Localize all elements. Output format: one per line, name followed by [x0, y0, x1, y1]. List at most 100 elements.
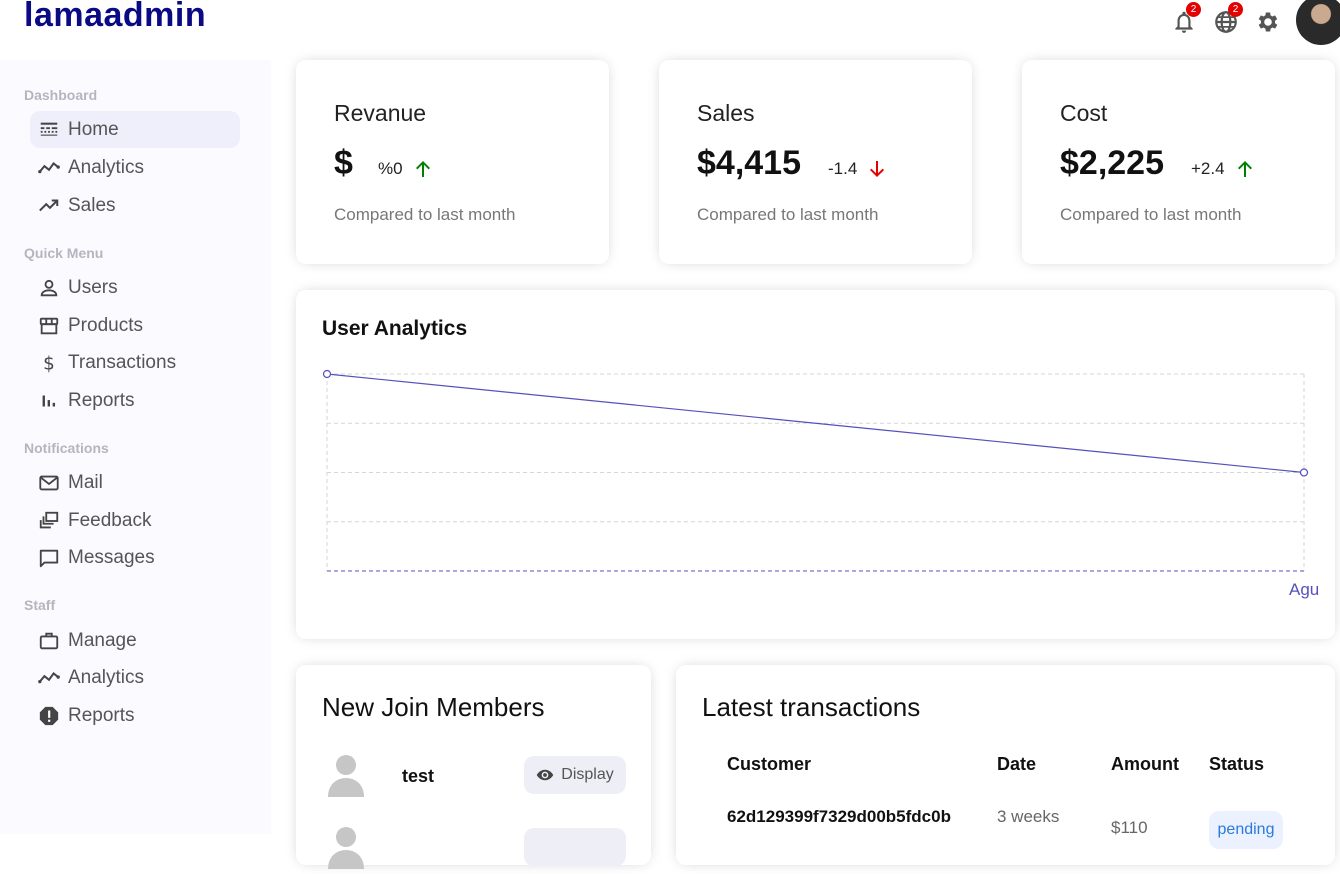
sidebar-item-label: Users [68, 276, 118, 298]
notifications-badge: 2 [1186, 2, 1201, 17]
transaction-customer: 62d129399f7329d00b5fdc0b [727, 807, 951, 826]
sidebar-item-label: Reports [68, 704, 135, 726]
featured-rate: +2.4 [1191, 157, 1257, 181]
member-display-button[interactable]: Display [524, 756, 626, 794]
sidebar-item-home[interactable]: Home [30, 111, 240, 148]
featured-rate: %0 [378, 157, 435, 181]
member-row [326, 825, 366, 874]
featured-title: Revanue [334, 100, 427, 126]
featured-money: $2,225 [1060, 144, 1164, 182]
sidebar-item-analytics[interactable]: Analytics [30, 149, 240, 186]
sidebar-item-staff-reports[interactable]: Reports [30, 697, 240, 734]
featured-rate-value: %0 [378, 159, 403, 178]
transaction-date: 3 weeks [997, 807, 1060, 826]
topbar-icons: 2 2 [1170, 0, 1340, 45]
sidebar-section-notifications: Notifications [24, 440, 109, 456]
timeline-icon [38, 161, 60, 173]
user-avatar[interactable] [1296, 0, 1340, 45]
member-row [326, 753, 366, 802]
sidebar-item-label: Messages [68, 546, 155, 568]
person-icon [40, 279, 58, 296]
transaction-status-badge[interactable]: pending [1209, 811, 1283, 849]
column-header-amount: Amount [1111, 754, 1179, 774]
sidebar-item-label: Manage [68, 629, 137, 651]
report-icon [39, 706, 59, 725]
sidebar-item-mail[interactable]: Mail [30, 464, 240, 501]
sidebar-item-users[interactable]: Users [30, 269, 240, 306]
user-analytics-chart-card: User Analytics Agu [296, 290, 1335, 639]
sidebar-item-label: Home [68, 118, 119, 140]
featured-card-sales: Sales $4,415 -1.4 Compared to last month [659, 60, 972, 264]
sidebar-item-sales[interactable]: Sales [30, 187, 240, 224]
timeline-icon [38, 671, 60, 683]
arrow-down-icon [870, 161, 885, 177]
notifications-button[interactable]: 2 [1170, 2, 1201, 36]
settings-button[interactable] [1254, 8, 1282, 36]
featured-subtitle: Compared to last month [334, 205, 516, 224]
sidebar-item-label: Feedback [68, 509, 152, 531]
featured-rate-value: +2.4 [1191, 159, 1225, 178]
sidebar-section-staff: Staff [24, 597, 56, 613]
column-header-customer: Customer [727, 754, 812, 774]
featured-money: $ [334, 144, 353, 182]
arrow-up-icon [1237, 161, 1252, 177]
featured-card-revenue: Revanue $ %0 Compared to last month [296, 60, 609, 264]
sidebar-item-transactions[interactable]: $ Transactions [30, 344, 240, 381]
member-avatar-icon [326, 825, 366, 874]
sidebar-item-label: Products [68, 314, 143, 336]
eye-icon [537, 769, 554, 781]
user-analytics-chart[interactable]: Agu [296, 290, 1335, 639]
app-logo[interactable]: lamaadmin [24, 0, 206, 35]
sidebar-item-products[interactable]: Products [30, 307, 240, 344]
sidebar-item-label: Sales [68, 194, 116, 216]
column-header-status: Status [1209, 754, 1265, 774]
sidebar-item-feedback[interactable]: Feedback [30, 502, 240, 539]
gear-icon [1258, 12, 1278, 32]
sidebar-section-quick-menu: Quick Menu [24, 245, 104, 261]
storefront-icon [39, 317, 59, 334]
sidebar-item-label: Transactions [68, 351, 177, 373]
sidebar-item-reports[interactable]: Reports [30, 382, 240, 419]
latest-transactions-title: Latest transactions [702, 692, 921, 722]
featured-card-cost: Cost $2,225 +2.4 Compared to last month [1022, 60, 1335, 264]
display-button-label: Display [561, 766, 614, 783]
mail-icon [39, 475, 59, 490]
latest-transactions-widget: Latest transactions Customer Date Amount… [676, 665, 1335, 865]
sidebar-item-manage[interactable]: Manage [30, 622, 240, 659]
briefcase-icon [39, 632, 59, 649]
language-badge: 2 [1228, 2, 1243, 17]
featured-rate-value: -1.4 [828, 159, 858, 178]
trending-up-icon [39, 198, 59, 211]
topbar: lamaadmin 2 2 [0, 0, 1340, 52]
sidebar: Dashboard Home Analytics Sales Quick Men… [0, 60, 271, 834]
sidebar-section-dashboard: Dashboard [24, 87, 98, 103]
featured-title: Cost [1060, 100, 1108, 126]
sidebar-item-label: Reports [68, 389, 135, 411]
featured-rate: -1.4 [828, 157, 889, 181]
sidebar-item-messages[interactable]: Messages [30, 539, 240, 576]
column-header-date: Date [997, 754, 1037, 774]
featured-money: $4,415 [697, 144, 801, 182]
new-members-title: New Join Members [322, 692, 545, 722]
featured-subtitle: Compared to last month [1060, 205, 1242, 224]
featured-subtitle: Compared to last month [697, 205, 879, 224]
transaction-amount: $110 [1111, 818, 1148, 837]
chart-point [322, 369, 332, 379]
dynamic-feed-icon [39, 511, 59, 528]
sidebar-item-label: Mail [68, 471, 103, 493]
sidebar-item-staff-analytics[interactable]: Analytics [30, 659, 240, 696]
member-name: test [402, 766, 435, 786]
language-button[interactable]: 2 [1212, 2, 1243, 36]
sidebar-item-label: Analytics [68, 666, 145, 688]
bar-chart-icon [42, 395, 56, 406]
featured-title: Sales [697, 100, 755, 126]
chart-series-line [326, 373, 1305, 474]
dollar-icon: $ [43, 353, 55, 374]
member-avatar-icon [326, 753, 366, 802]
new-members-widget: New Join Members test Display [296, 665, 651, 869]
chart-x-tick-label: Agu [1289, 580, 1319, 599]
arrow-up-icon [415, 161, 430, 177]
line-style-icon [40, 122, 58, 136]
chart-point [1299, 468, 1309, 477]
chat-bubble-icon [39, 549, 59, 567]
